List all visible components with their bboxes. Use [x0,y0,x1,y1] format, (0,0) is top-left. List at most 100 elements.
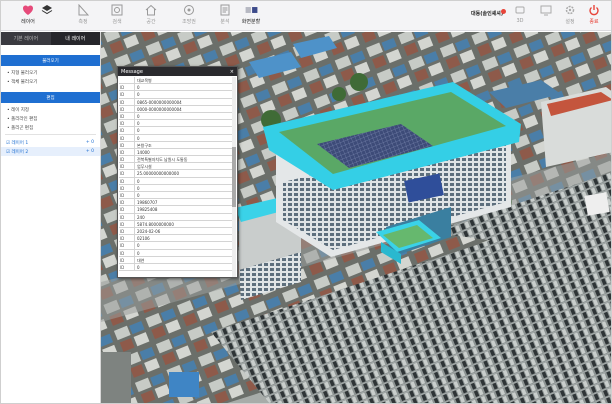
attribute-value: 5874.8000000000 [137,221,174,227]
attribute-value: 대연 [137,257,145,263]
close-icon[interactable]: × [230,69,234,75]
space-button[interactable]: 공간 [141,3,161,29]
edit-polygon-item[interactable]: • 폴리곤 편집 [1,123,100,132]
layer-name: ☑ 레이어 2 [6,149,29,155]
top-toolbar: 레이어 측정 검색 공간 조망권 분석 화면분할 대동(솔인셰셔) 3D 설정 … [1,1,611,31]
attribute-value: 02106 [137,236,150,242]
scrollbar-thumb[interactable] [232,147,236,207]
attribute-value: 0 [137,193,140,198]
table-row: ID 0 [119,177,233,185]
attribute-value: 25.00000000000000 [137,171,179,177]
section-edit-header[interactable]: 편집 [1,92,100,103]
attribute-value: 0865-0000000000004 [137,99,182,105]
stack-icon [41,3,54,16]
attribute-key: ID [119,227,135,235]
attribute-table: 대교목병 ID 0 ID 0 ID 0865-0000000000004 ID 0000-000… [119,77,233,277]
attribute-key: ID [119,148,135,156]
layers-tool-button[interactable] [39,3,55,29]
attribute-key: ID [119,256,135,263]
attribute-key: ID [119,163,135,170]
attribute-key: ID [119,105,135,112]
attribute-value: 0 [137,264,140,270]
section-load-header[interactable]: 불러오기 [1,55,100,66]
edit-point-item[interactable]: • 레이 지정 [1,105,100,114]
attribute-value: 19860707 [137,200,158,206]
table-row: ID 0 [119,112,233,121]
analysis-button[interactable]: 분석 [215,3,235,29]
toolbar-label: 레이어 [21,19,35,25]
exit-button[interactable]: 종료 [585,3,603,29]
table-row: ID 0 [119,84,233,92]
attribute-key: ID [119,199,135,206]
toolbar-label: 공간 [146,19,156,25]
attribute-key: ID [119,213,135,220]
load-terrain-item[interactable]: • 지형 불러오기 [1,68,100,77]
tab-my-layer[interactable]: 내 레이어 [50,32,100,45]
popup-title: Message [121,68,143,75]
tab-base-layer[interactable]: 기본 레이어 [1,32,51,45]
popup-scrollbar[interactable] [232,77,236,277]
attribute-key: ID [119,112,135,120]
user-name: 대동(솔인셰셔) [471,11,504,17]
layer-name: ☑ 레이어 1 [6,140,29,146]
table-row: 대교목병 [119,77,233,85]
table-row: ID 2024-02-06 [119,227,233,236]
sidebar-tabs: 기본 레이어 내 레이어 [1,32,100,45]
toolbar-label: 설정 [565,19,575,25]
layer-item[interactable]: ☑ 레이어 1 + 0 [1,138,100,147]
attribute-value: 0 [137,135,140,141]
attribute-key: ID [119,84,135,91]
attribute-value: 0000-0000000000004 [137,106,182,112]
attribute-value: 240 [137,214,145,220]
attribute-key [119,77,135,84]
attribute-value: 0 [137,121,140,127]
monitor-button[interactable] [537,3,555,29]
3d-button[interactable]: 3D [511,3,529,29]
table-row: ID 0 [119,242,233,250]
attribute-key: ID [119,156,135,163]
toolbar-label: 화면분할 [241,19,261,25]
attribute-key: ID [119,192,135,199]
attribute-value: 0 [137,85,140,91]
popup-title-bar[interactable]: Message × [118,67,237,76]
table-row: ID 0 [119,134,233,142]
table-row: ID 19825408 [119,206,233,214]
toolbar-label: 측정 [78,19,88,25]
layer-badge[interactable]: + 0 [86,140,94,145]
settings-button[interactable]: 설정 [561,3,579,29]
toolbar-label: 조망권 [182,19,196,25]
load-object-item[interactable]: • 객체 불러오기 [1,77,100,86]
toolbar-label: 3D [516,18,524,24]
attribute-key: ID [119,206,135,213]
split-screen-icon [245,3,258,16]
table-row: ID 0000-0000000000004 [119,105,233,113]
layer-button[interactable]: 레이어 [15,3,41,29]
attribute-key: ID [119,249,135,256]
attribute-key: ID [119,134,135,141]
attribute-value: 2024-02-06 [137,228,161,234]
table-row: ID 0 [119,249,233,257]
table-row: ID 0 [119,91,233,99]
home-icon [145,3,158,16]
attribute-value: 0 [137,243,140,249]
layer-badge[interactable]: + 0 [86,149,94,154]
search-button[interactable]: 검색 [107,3,127,29]
attribute-key: ID [119,263,135,271]
attribute-value: 0 [137,128,140,134]
attribute-value: 0 [137,92,140,98]
attribute-value: 전북특별자치도 남원시 도통동 [137,157,188,163]
attribute-key: ID [119,235,135,242]
measure-button[interactable]: 측정 [73,3,93,29]
attribute-value: 0 [137,113,140,119]
table-row: ID 25.00000000000000 [119,170,233,178]
layer-item[interactable]: ☑ 레이어 2 + 0 [1,147,100,156]
table-row: ID 0 [119,120,233,128]
toolbar-label: 검색 [112,19,122,25]
view-button[interactable]: 조망권 [177,3,201,29]
split-screen-button[interactable]: 화면분할 [237,3,265,29]
table-row: ID 0 [119,184,233,192]
attribute-value: 대교목병 [137,78,152,83]
attribute-key: ID [119,141,135,148]
table-row: ID 0 [119,127,233,135]
edit-polyline-item[interactable]: • 폴리라인 편집 [1,114,100,123]
